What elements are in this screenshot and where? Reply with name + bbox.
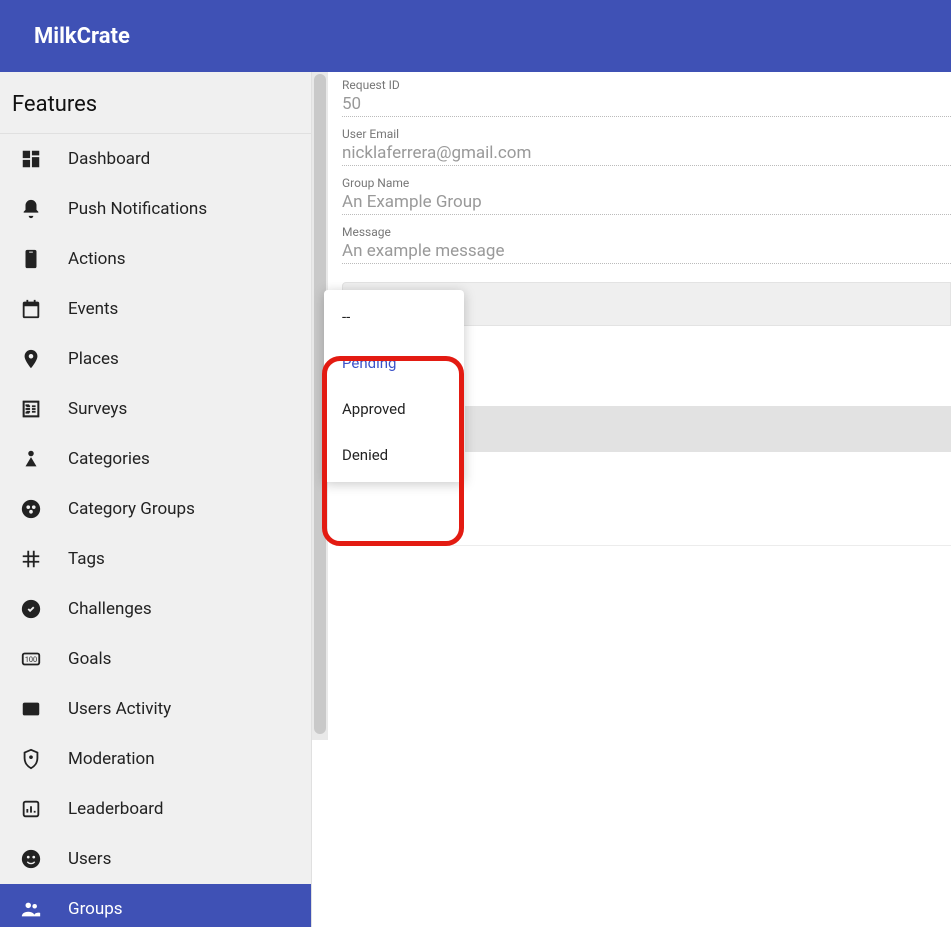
value-group-name[interactable]: An Example Group: [342, 190, 951, 215]
sidebar-item-label: Goals: [68, 649, 111, 669]
field-request-id: Request ID 50: [342, 78, 951, 119]
sidebar-item-tags-icon: [20, 548, 52, 570]
sidebar-item-label: Groups: [68, 899, 123, 919]
sidebar-item-users-activity-icon: [20, 698, 52, 720]
label-message: Message: [342, 225, 951, 239]
sidebar-item-surveys[interactable]: Surveys: [0, 384, 311, 434]
sidebar-item-label: Challenges: [68, 599, 152, 619]
sidebar-item-category-groups-icon: [20, 498, 52, 520]
status-option-approved[interactable]: Approved: [324, 386, 464, 432]
sidebar-item-users[interactable]: Users: [0, 834, 311, 884]
sidebar-item-label: Users Activity: [68, 699, 171, 719]
sidebar-item-users-icon: [20, 848, 52, 870]
sidebar-item-label: Surveys: [68, 399, 127, 419]
sidebar-item-category-groups[interactable]: Category Groups: [0, 484, 311, 534]
sidebar-item-label: Category Groups: [68, 499, 195, 519]
sidebar-item-surveys-icon: [20, 398, 52, 420]
sidebar-list: Dashboard Push Notifications Actions Events…: [0, 134, 311, 927]
status-row-bg: [465, 406, 951, 452]
sidebar-item-leaderboard-icon: [20, 798, 52, 820]
sidebar-item-label: Events: [68, 299, 118, 319]
sidebar-item-actions-icon: [20, 248, 52, 270]
field-group-name: Group Name An Example Group: [342, 176, 951, 217]
sidebar-item-dashboard-icon: [20, 148, 52, 170]
sidebar-item-label: Tags: [68, 549, 105, 569]
sidebar: Features Dashboard Push Notifications Acti…: [0, 72, 312, 927]
sidebar-item-label: Users: [68, 849, 111, 869]
sidebar-item-events[interactable]: Events: [0, 284, 311, 334]
sidebar-item-challenges[interactable]: Challenges: [0, 584, 311, 634]
sidebar-item-tags[interactable]: Tags: [0, 534, 311, 584]
sidebar-item-categories-icon: [20, 448, 52, 470]
sidebar-item-moderation[interactable]: Moderation: [0, 734, 311, 784]
sidebar-item-challenges-icon: [20, 598, 52, 620]
sidebar-item-moderation-icon: [20, 748, 52, 770]
sidebar-item-places-icon: [20, 348, 52, 370]
sidebar-item-goals-icon: 100: [20, 648, 52, 670]
sidebar-item-groups[interactable]: Groups: [0, 884, 311, 927]
sidebar-header: Features: [0, 72, 311, 134]
svg-text:100: 100: [25, 655, 37, 664]
sidebar-item-leaderboard[interactable]: Leaderboard: [0, 784, 311, 834]
value-request-id[interactable]: 50: [342, 92, 951, 117]
sidebar-item-push-notifications[interactable]: Push Notifications: [0, 184, 311, 234]
sidebar-item-groups-icon: [20, 898, 52, 920]
label-user-email: User Email: [342, 127, 951, 141]
sidebar-item-events-icon: [20, 298, 52, 320]
label-group-name: Group Name: [342, 176, 951, 190]
sidebar-item-categories[interactable]: Categories: [0, 434, 311, 484]
sidebar-item-actions[interactable]: Actions: [0, 234, 311, 284]
status-option-denied[interactable]: Denied: [324, 432, 464, 478]
sidebar-item-dashboard[interactable]: Dashboard: [0, 134, 311, 184]
app-title: MilkCrate: [34, 24, 130, 49]
sidebar-item-label: Leaderboard: [68, 799, 163, 819]
status-option-pending[interactable]: Pending: [324, 340, 464, 386]
value-message[interactable]: An example message: [342, 239, 951, 264]
label-request-id: Request ID: [342, 78, 951, 92]
sidebar-item-label: Dashboard: [68, 149, 150, 169]
value-user-email[interactable]: nicklaferrera@gmail.com: [342, 141, 951, 166]
topbar: MilkCrate: [0, 0, 951, 72]
status-dropdown[interactable]: --PendingApprovedDenied: [324, 290, 464, 482]
field-user-email: User Email nicklaferrera@gmail.com: [342, 127, 951, 168]
sidebar-item-label: Actions: [68, 249, 126, 269]
sidebar-item-label: Categories: [68, 449, 150, 469]
sidebar-item-label: Push Notifications: [68, 199, 207, 219]
sidebar-item-label: Places: [68, 349, 119, 369]
sidebar-item-push-notifications-icon: [20, 198, 52, 220]
sidebar-item-places[interactable]: Places: [0, 334, 311, 384]
sidebar-item-goals[interactable]: 100 Goals: [0, 634, 311, 684]
status-option-none[interactable]: --: [324, 294, 464, 340]
field-message: Message An example message: [342, 225, 951, 266]
sidebar-item-label: Moderation: [68, 749, 155, 769]
sidebar-item-users-activity[interactable]: Users Activity: [0, 684, 311, 734]
